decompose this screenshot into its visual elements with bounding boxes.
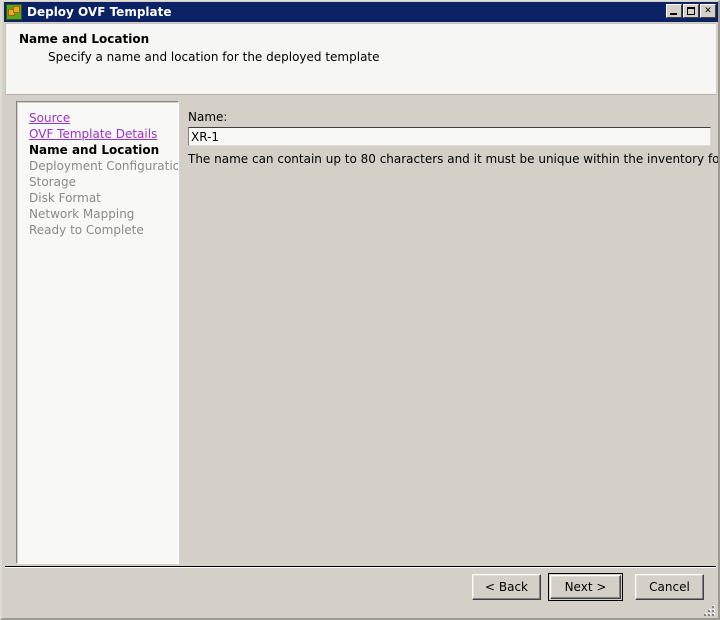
- sidebar-item-ready-to-complete: Ready to Complete: [29, 223, 144, 237]
- wizard-header: Name and Location Specify a name and loc…: [5, 23, 716, 94]
- window-title: Deploy OVF Template: [27, 5, 172, 19]
- ovf-template-icon: [6, 4, 22, 20]
- name-input-wrapper[interactable]: [188, 127, 711, 146]
- cancel-button[interactable]: Cancel: [635, 574, 704, 600]
- sidebar-item-storage: Storage: [29, 175, 76, 189]
- cancel-button-label: Cancel: [649, 580, 690, 594]
- back-button-label: < Back: [484, 580, 528, 594]
- wizard-footer: < Back Next > Cancel: [5, 568, 716, 616]
- sidebar-item-ovf-template-details[interactable]: OVF Template Details: [29, 126, 157, 142]
- sidebar-item-source[interactable]: Source: [29, 110, 70, 126]
- next-button-label: Next >: [564, 580, 607, 594]
- back-button[interactable]: < Back: [472, 574, 541, 600]
- resize-grip[interactable]: [703, 603, 717, 617]
- minimize-button[interactable]: [666, 4, 682, 18]
- close-button[interactable]: ✕: [700, 4, 716, 18]
- header-divider: [5, 94, 716, 95]
- window-controls: ✕: [666, 4, 716, 18]
- wizard-content-pane: Name: The name can contain up to 80 char…: [187, 101, 718, 564]
- name-input[interactable]: [189, 128, 710, 145]
- sidebar-item-disk-format: Disk Format: [29, 191, 101, 205]
- sidebar-item-name-and-location: Name and Location: [29, 143, 160, 157]
- maximize-button[interactable]: [683, 4, 699, 18]
- title-bar: Deploy OVF Template ✕: [4, 2, 718, 22]
- page-subtitle: Specify a name and location for the depl…: [48, 50, 380, 64]
- next-button[interactable]: Next >: [548, 573, 623, 601]
- wizard-step-list-inner: Source OVF Template Details Name and Loc…: [17, 102, 178, 563]
- page-title: Name and Location: [19, 32, 150, 46]
- wizard-body: Source OVF Template Details Name and Loc…: [5, 96, 718, 566]
- sidebar-item-deployment-configuration: Deployment Configuration: [29, 159, 179, 173]
- deploy-ovf-template-window: Deploy OVF Template ✕ Name and Location …: [0, 0, 720, 620]
- name-field-label: Name:: [188, 110, 228, 124]
- wizard-step-list: Source OVF Template Details Name and Loc…: [16, 101, 179, 564]
- name-field-hint: The name can contain up to 80 characters…: [188, 152, 720, 166]
- sidebar-item-network-mapping: Network Mapping: [29, 207, 135, 221]
